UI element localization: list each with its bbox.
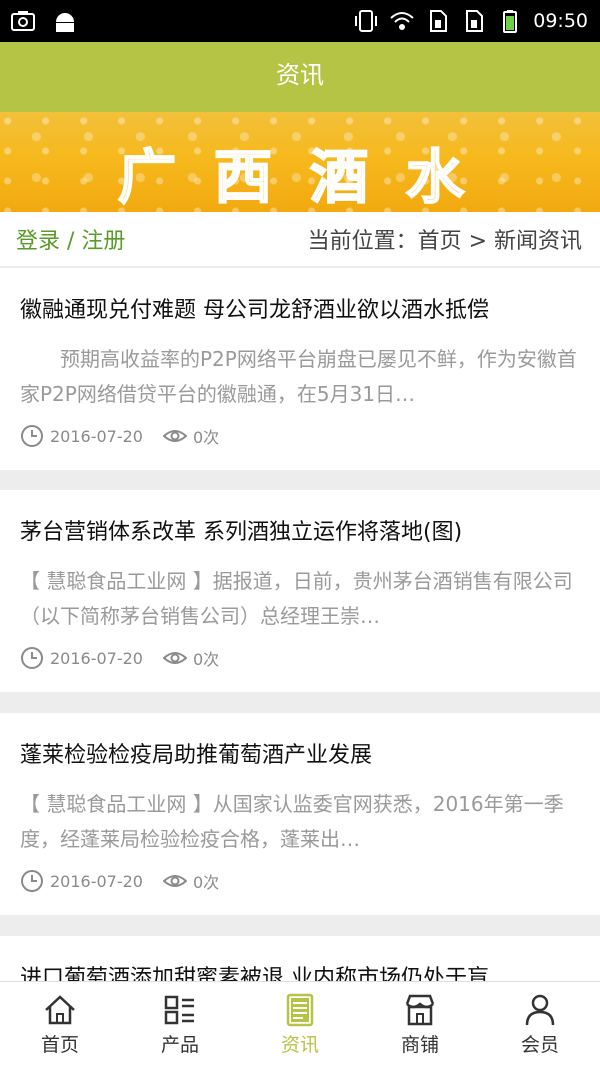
home-icon — [45, 995, 75, 1025]
article-summary: 【 慧聪食品工业网 】从国家认监委官网获悉，2016年第一季度，经蓬莱局检验检疫… — [20, 792, 564, 851]
tab-news[interactable]: 资讯 — [240, 982, 360, 1068]
page-title: 资讯 — [0, 42, 600, 112]
tab-label: 产品 — [160, 1034, 199, 1056]
eye-icon — [162, 430, 187, 442]
article-card[interactable]: 进口葡萄酒添加甜蜜素被退 业内称市场仍处于盲… — [0, 936, 600, 982]
sim1-icon — [430, 10, 448, 32]
article-title[interactable]: 茅台营销体系改革 系列酒独立运作将落地(图) — [20, 514, 580, 546]
store-icon — [405, 994, 435, 1026]
status-bar: 09:50 — [0, 0, 600, 42]
eye-icon — [162, 875, 187, 887]
document-icon — [286, 993, 314, 1027]
wifi-icon — [390, 12, 414, 30]
article-views: 0次 — [192, 873, 220, 892]
clock-icon — [21, 425, 43, 447]
android-icon — [56, 13, 74, 32]
banner-title: 广西酒水 — [117, 142, 503, 212]
article-card[interactable]: 茅台营销体系改革 系列酒独立运作将落地(图) 【 慧聪食品工业网 】据报道，日前… — [0, 490, 600, 692]
article-card[interactable]: 蓬莱检验检疫局助推葡萄酒产业发展 【 慧聪食品工业网 】从国家认监委官网获悉，2… — [0, 713, 600, 915]
battery-icon — [503, 10, 518, 33]
screenshot-icon — [11, 11, 35, 31]
article-title[interactable]: 进口葡萄酒添加甜蜜素被退 业内称市场仍处于盲… — [20, 960, 580, 982]
tab-shops[interactable]: 商铺 — [360, 982, 480, 1068]
article-summary: 预期高收益率的P2P网络平台崩盘已屡见不鲜，作为安徽首家P2P网络借贷平台的徽融… — [20, 347, 577, 406]
vibrate-icon — [355, 10, 378, 32]
clock-icon — [21, 647, 43, 669]
article-meta: 2016-07-20 0次 — [20, 646, 219, 670]
banner: 广西酒水 — [0, 112, 600, 212]
bottom-tab-bar: 首页 产品 资讯 商铺 会员 — [0, 981, 600, 1068]
clock: 09:50 — [533, 10, 588, 32]
article-date: 2016-07-20 — [50, 426, 143, 446]
article-date: 2016-07-20 — [50, 871, 143, 891]
login-register-link[interactable]: 登录 / 注册 — [16, 223, 125, 255]
tab-member[interactable]: 会员 — [480, 982, 600, 1068]
list-icon — [164, 995, 194, 1025]
tab-products[interactable]: 产品 — [120, 982, 240, 1068]
clock-icon — [21, 870, 43, 892]
article-meta: 2016-07-20 0次 — [20, 869, 219, 893]
article-date: 2016-07-20 — [50, 648, 143, 668]
user-icon — [525, 994, 555, 1026]
tab-label: 首页 — [40, 1034, 79, 1056]
tab-label: 资讯 — [280, 1034, 319, 1056]
article-views: 0次 — [192, 650, 220, 669]
article-views: 0次 — [192, 428, 220, 447]
article-title[interactable]: 蓬莱检验检疫局助推葡萄酒产业发展 — [20, 737, 580, 769]
tab-label: 商铺 — [400, 1034, 439, 1056]
article-summary: 【 慧聪食品工业网 】据报道，日前，贵州茅台酒销售有限公司（以下简称茅台销售公司… — [20, 569, 573, 628]
article-card[interactable]: 徽融通现兑付难题 母公司龙舒酒业欲以酒水抵偿 预期高收益率的P2P网络平台崩盘已… — [0, 268, 600, 470]
nav-bar: 登录 / 注册 当前位置：首页 > 新闻资讯 — [0, 212, 600, 266]
tab-label: 会员 — [520, 1034, 559, 1056]
sim2-icon — [466, 10, 484, 32]
eye-icon — [162, 652, 187, 664]
article-title[interactable]: 徽融通现兑付难题 母公司龙舒酒业欲以酒水抵偿 — [20, 292, 580, 324]
breadcrumb[interactable]: 当前位置：首页 > 新闻资讯 — [308, 223, 582, 255]
article-meta: 2016-07-20 0次 — [20, 424, 219, 448]
tab-home[interactable]: 首页 — [0, 982, 120, 1068]
